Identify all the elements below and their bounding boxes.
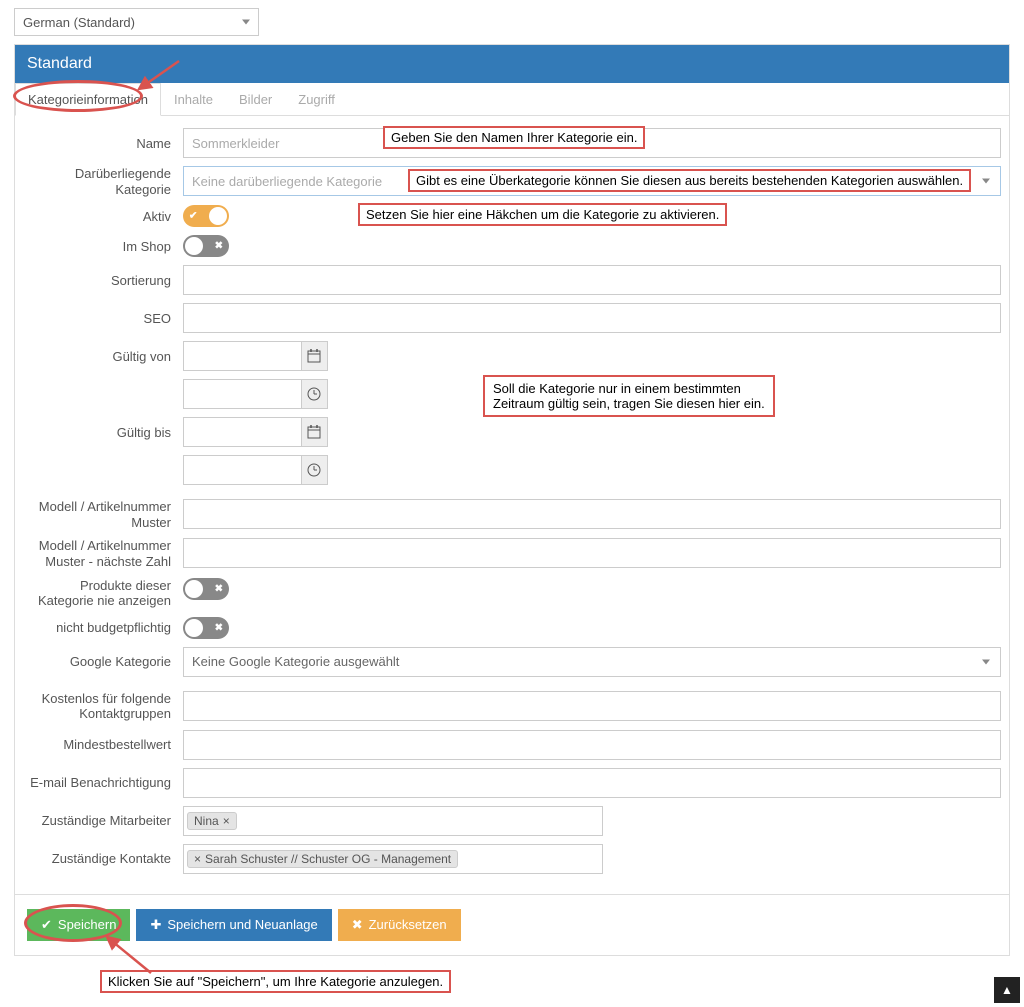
- clock-icon[interactable]: [301, 455, 328, 485]
- panel-title: Standard: [27, 55, 92, 72]
- modelpattern-next-input[interactable]: [183, 538, 1001, 568]
- label-active: Aktiv: [23, 209, 183, 224]
- times-icon: ✖: [215, 622, 223, 633]
- times-icon: ✖: [215, 583, 223, 594]
- seo-input[interactable]: [183, 303, 1001, 333]
- chevron-up-icon: ▲: [1001, 983, 1013, 997]
- label-parent: Darüberliegende Kategorie: [23, 166, 183, 197]
- callout-parent: Gibt es eine Überkategorie können Sie di…: [408, 169, 971, 192]
- tabs: Kategorieinformation Inhalte Bilder Zugr…: [15, 83, 1009, 116]
- language-select-value: German (Standard): [23, 15, 135, 30]
- minorder-input[interactable]: [183, 730, 1001, 760]
- panel-header: Standard: [15, 45, 1009, 83]
- modelpattern-input[interactable]: [183, 499, 1001, 529]
- label-sort: Sortierung: [23, 273, 183, 288]
- calendar-icon[interactable]: [301, 341, 328, 371]
- contact-tag[interactable]: × Sarah Schuster // Schuster OG - Manage…: [187, 850, 458, 868]
- label-name: Name: [23, 136, 183, 151]
- label-contacts: Zuständige Kontakte: [23, 851, 183, 866]
- times-icon: ✖: [352, 917, 363, 933]
- label-minorder: Mindestbestellwert: [23, 737, 183, 752]
- label-validto: Gültig bis: [23, 425, 183, 440]
- tab-inhalte[interactable]: Inhalte: [161, 83, 226, 115]
- check-icon: ✔: [41, 917, 52, 933]
- google-category-select[interactable]: Keine Google Kategorie ausgewählt: [183, 647, 1001, 677]
- remove-tag-icon[interactable]: ×: [223, 814, 230, 828]
- validfrom-date-input[interactable]: [183, 341, 301, 371]
- calendar-icon[interactable]: [301, 417, 328, 447]
- scroll-to-top-button[interactable]: ▲: [994, 977, 1020, 1003]
- employees-input[interactable]: Nina ×: [183, 806, 603, 836]
- label-modelpattern-next: Modell / Artikelnummer Muster - nächste …: [23, 538, 183, 569]
- reset-button[interactable]: ✖ Zurücksetzen: [338, 909, 461, 941]
- sort-input[interactable]: [183, 265, 1001, 295]
- validto-date-input[interactable]: [183, 417, 301, 447]
- callout-name: Geben Sie den Namen Ihrer Kategorie ein.: [383, 126, 645, 149]
- tab-kategorieinformation[interactable]: Kategorieinformation: [15, 83, 161, 116]
- hideproducts-toggle[interactable]: ✖: [183, 578, 229, 600]
- save-button[interactable]: ✔ Speichern: [27, 909, 130, 941]
- active-toggle[interactable]: ✔: [183, 205, 229, 227]
- tab-bilder[interactable]: Bilder: [226, 83, 285, 115]
- label-validfrom: Gültig von: [23, 349, 183, 364]
- label-seo: SEO: [23, 311, 183, 326]
- contacts-input[interactable]: × Sarah Schuster // Schuster OG - Manage…: [183, 844, 603, 874]
- annotation-arrow-save: [103, 935, 153, 975]
- main-panel: Standard Kategorieinformation Inhalte Bi…: [14, 44, 1010, 956]
- label-hideproducts: Produkte dieser Kategorie nie anzeigen: [23, 578, 183, 609]
- callout-active: Setzen Sie hier eine Häkchen um die Kate…: [358, 203, 727, 226]
- save-new-button[interactable]: ✚ Speichern und Neuanlage: [136, 909, 331, 941]
- validfrom-time-input[interactable]: [183, 379, 301, 409]
- label-google: Google Kategorie: [23, 654, 183, 669]
- inshop-toggle[interactable]: ✖: [183, 235, 229, 257]
- label-modelpattern: Modell / Artikelnummer Muster: [23, 499, 183, 530]
- callout-save: Klicken Sie auf "Speichern", um Ihre Kat…: [100, 970, 451, 993]
- freecontact-input[interactable]: [183, 691, 1001, 721]
- clock-icon[interactable]: [301, 379, 328, 409]
- label-inshop: Im Shop: [23, 239, 183, 254]
- label-emailnotif: E-mail Benachrichtigung: [23, 775, 183, 790]
- emailnotif-input[interactable]: [183, 768, 1001, 798]
- plus-icon: ✚: [150, 917, 161, 933]
- times-icon: ✖: [215, 241, 223, 252]
- parent-category-placeholder: Keine darüberliegende Kategorie: [192, 174, 382, 189]
- callout-validity: Soll die Kategorie nur in einem bestimmt…: [483, 375, 775, 417]
- language-select[interactable]: German (Standard): [14, 8, 259, 36]
- tab-zugriff[interactable]: Zugriff: [285, 83, 348, 115]
- google-category-placeholder: Keine Google Kategorie ausgewählt: [192, 654, 399, 669]
- label-freecontact: Kostenlos für folgende Kontaktgruppen: [23, 691, 183, 722]
- validto-time-input[interactable]: [183, 455, 301, 485]
- check-icon: ✔: [189, 211, 197, 222]
- label-employees: Zuständige Mitarbeiter: [23, 813, 183, 828]
- nobudget-toggle[interactable]: ✖: [183, 617, 229, 639]
- employee-tag[interactable]: Nina ×: [187, 812, 237, 830]
- remove-tag-icon[interactable]: ×: [194, 852, 201, 866]
- label-nobudget: nicht budgetpflichtig: [23, 620, 183, 635]
